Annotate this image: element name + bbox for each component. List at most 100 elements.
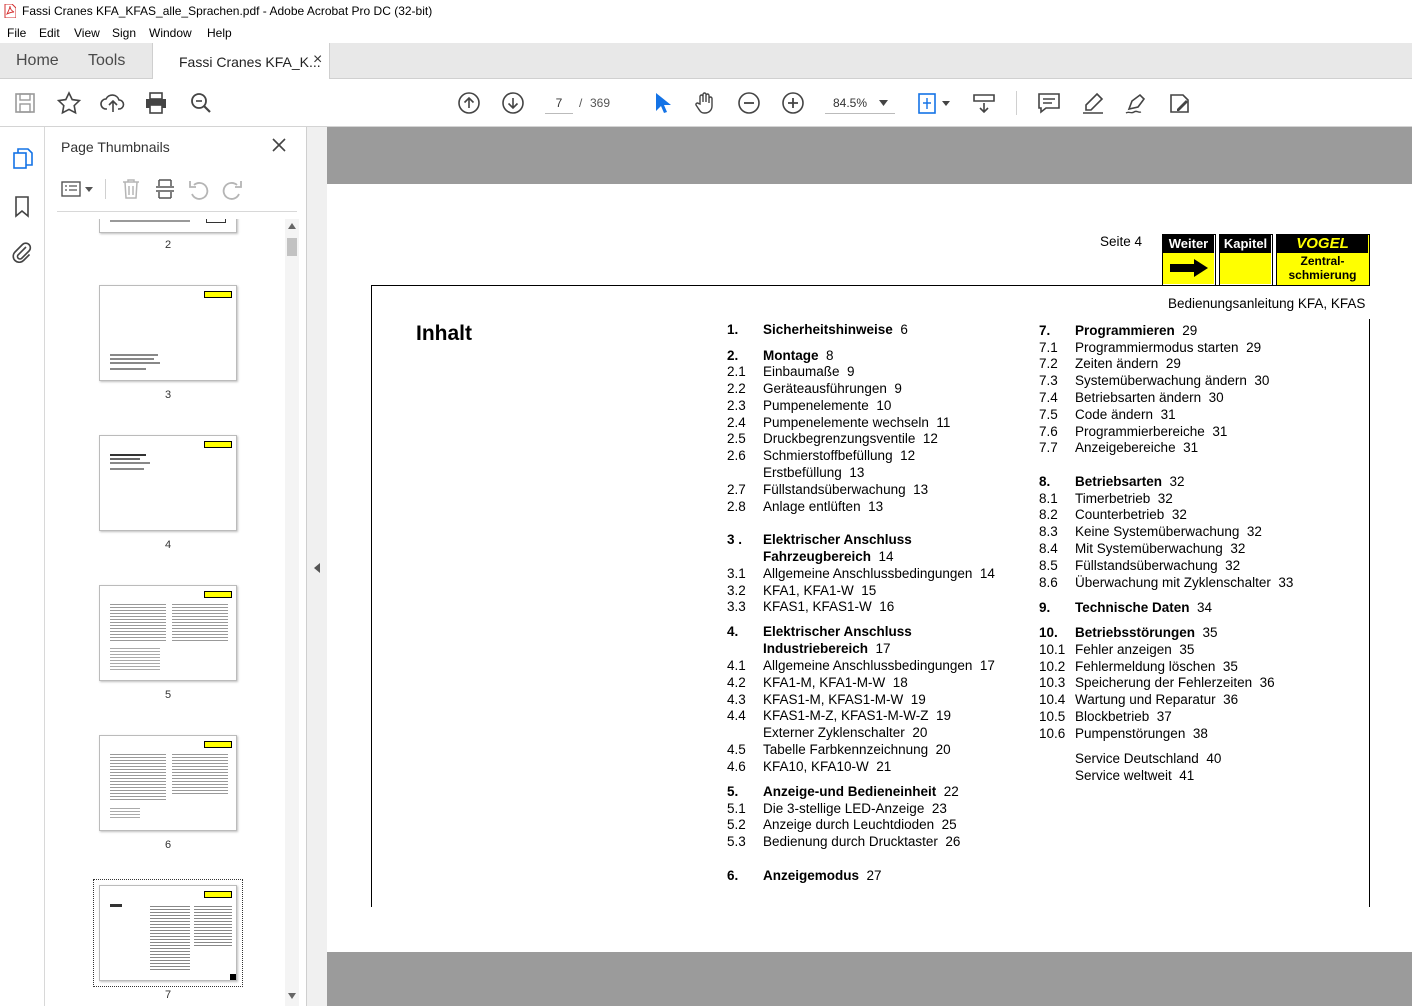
- toc-entry-page: 32: [1150, 491, 1173, 506]
- toc-entry-title: Fehler anzeigen 35: [1075, 642, 1194, 657]
- document-viewer[interactable]: Seite 4 Weiter Kapitel VOGEL Zentral- sc…: [327, 127, 1412, 1006]
- page-thumbnails-icon[interactable]: [12, 147, 34, 171]
- highlight-pen-icon[interactable]: [1080, 91, 1106, 115]
- toc-entry-title: Allgemeine Anschlussbedingungen 14: [763, 566, 995, 581]
- menu-file[interactable]: File: [7, 26, 26, 40]
- extract-pages-icon[interactable]: [154, 178, 176, 200]
- toc-entry-text: Einbaumaße: [763, 364, 840, 379]
- toc-entry-text: Allgemeine Anschlussbedingungen: [763, 566, 973, 581]
- toc-entry-title: Überwachung mit Zyklenschalter 33: [1075, 575, 1293, 590]
- toc-entry-page: 40: [1198, 751, 1222, 766]
- toc-entry-title: Keine Systemüberwachung 32: [1075, 524, 1262, 539]
- page-thumbnail[interactable]: [99, 285, 237, 381]
- page-thumbnail[interactable]: [99, 219, 237, 233]
- toc-entry-page: 10: [868, 398, 892, 413]
- close-panel-icon[interactable]: [272, 138, 286, 152]
- cloud-upload-icon[interactable]: [100, 91, 126, 115]
- toc-entry-number: 10.1: [1039, 642, 1066, 657]
- toc-entry-page: 30: [1246, 373, 1270, 388]
- toc-entry-number: 8.: [1039, 474, 1051, 489]
- delete-trash-icon[interactable]: [121, 178, 141, 200]
- menu-edit[interactable]: Edit: [39, 26, 60, 40]
- toc-entry-page: 31: [1175, 440, 1199, 455]
- menu-view[interactable]: View: [74, 26, 100, 40]
- toc-entry-title: Tabelle Farbkennzeichnung 20: [763, 742, 951, 757]
- previous-page-icon[interactable]: [456, 91, 482, 115]
- zoom-search-icon[interactable]: [188, 91, 214, 115]
- rotate-counterclockwise-icon[interactable]: [188, 178, 210, 200]
- toc-entry-page: 14: [972, 566, 995, 581]
- toc-entry-number: 8.6: [1039, 575, 1058, 590]
- toc-entry-text: Fehlermeldung löschen: [1075, 659, 1216, 674]
- page-thumbnail-selected[interactable]: [99, 885, 237, 981]
- toc-entry-number: 4.5: [727, 742, 746, 757]
- toc-entry-number: 7.2: [1039, 356, 1058, 371]
- print-icon[interactable]: [143, 91, 169, 115]
- fit-page-icon[interactable]: [916, 91, 952, 115]
- sign-pen-icon[interactable]: [1123, 91, 1149, 115]
- toc-entry-number: 10.3: [1039, 675, 1066, 690]
- menu-help[interactable]: Help: [207, 26, 232, 40]
- toc-entry-text: Programmierbereiche: [1075, 424, 1205, 439]
- weiter-button[interactable]: Weiter: [1162, 234, 1216, 286]
- toc-entry-page: 9: [839, 364, 855, 379]
- bookmarks-icon[interactable]: [14, 196, 30, 218]
- toc-entry-number: 10.4: [1039, 692, 1066, 707]
- menu-sign[interactable]: Sign: [112, 26, 136, 40]
- rotate-clockwise-icon[interactable]: [221, 178, 243, 200]
- toc-entry-title: Technische Daten 34: [1075, 600, 1212, 615]
- page-number-input[interactable]: 7: [545, 92, 573, 114]
- attachments-paperclip-icon[interactable]: [12, 241, 32, 263]
- toc-entry-page: 20: [928, 742, 951, 757]
- page-thumbnail[interactable]: [99, 435, 237, 531]
- toc-entry-number: 9.: [1039, 600, 1051, 615]
- toc-entry-text: KFAS1, KFAS1-W: [763, 599, 872, 614]
- toc-entry-page: 31: [1153, 407, 1176, 422]
- save-icon[interactable]: [12, 91, 38, 115]
- menu-window[interactable]: Window: [149, 26, 192, 40]
- comment-icon[interactable]: [1036, 91, 1062, 115]
- thumbnail-page-number: 6: [164, 839, 172, 851]
- toc-entry-title: Erstbefüllung 13: [763, 465, 864, 480]
- toc-entry-title: Pumpenelemente wechseln 11: [763, 415, 950, 430]
- tab-home[interactable]: Home: [16, 43, 59, 79]
- thumbnail-scrollbar[interactable]: [285, 219, 299, 1006]
- toc-entry-page: 36: [1215, 692, 1239, 707]
- hand-tool-icon[interactable]: [692, 91, 718, 115]
- select-cursor-icon[interactable]: [648, 91, 674, 115]
- page-thumbnail[interactable]: [99, 735, 237, 831]
- tab-document[interactable]: Fassi Cranes KFA_K... ×: [152, 43, 330, 80]
- toc-entry-text: Mit Systemüberwachung: [1075, 541, 1223, 556]
- fill-sign-icon[interactable]: [1167, 91, 1193, 115]
- panel-collapse-handle[interactable]: [307, 127, 327, 1006]
- toc-entry-text: Anzeige durch Leuchtdioden: [763, 817, 935, 832]
- scrollbar-thumb[interactable]: [287, 238, 297, 256]
- toc-entry-title: Zeiten ändern 29: [1075, 356, 1181, 371]
- next-page-icon[interactable]: [500, 91, 526, 115]
- toc-entry-text: KFAS1-M, KFAS1-M-W: [763, 692, 904, 707]
- toc-entry-text: Bedienung durch Drucktaster: [763, 834, 938, 849]
- toc-entry-title: Anzeige-und Bedieneinheit 22: [763, 784, 959, 799]
- scroll-up-icon[interactable]: [288, 223, 296, 229]
- bookmark-star-icon[interactable]: [56, 91, 82, 115]
- zoom-in-icon[interactable]: [780, 91, 806, 115]
- toc-entry-number: 2.7: [727, 482, 746, 497]
- page-separator: /: [579, 96, 583, 110]
- toc-entry-page: 12: [892, 448, 916, 463]
- toc-entry-page: 14: [871, 549, 894, 564]
- toc-entry-page: 30: [1201, 390, 1224, 405]
- kapitel-button[interactable]: Kapitel: [1219, 234, 1273, 286]
- tab-tools[interactable]: Tools: [88, 43, 125, 79]
- page-thumbnail[interactable]: [99, 585, 237, 681]
- toc-entry-text: Pumpenelemente wechseln: [763, 415, 929, 430]
- toc-entry-title: Geräteausführungen 9: [763, 381, 902, 396]
- toc-entry-page: 25: [934, 817, 957, 832]
- scroll-down-icon[interactable]: [288, 993, 296, 999]
- zoom-level-select[interactable]: 84.5%: [825, 92, 895, 114]
- zoom-out-icon[interactable]: [736, 91, 762, 115]
- tab-close-icon[interactable]: ×: [313, 51, 322, 69]
- thumbnail-options-icon[interactable]: [61, 180, 97, 198]
- collapse-left-icon[interactable]: [314, 563, 320, 573]
- scroll-mode-icon[interactable]: [971, 91, 997, 115]
- toc-entry-number: 10.2: [1039, 659, 1066, 674]
